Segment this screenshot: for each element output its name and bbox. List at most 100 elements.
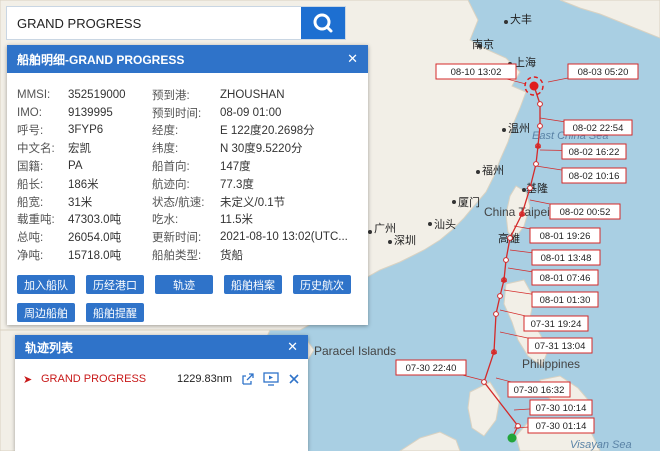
track-list-item[interactable]: ➤ GRAND PROGRESS 1229.83nm xyxy=(15,369,308,389)
city-label: 深圳 xyxy=(394,234,416,247)
ports-visited-button[interactable]: 历经港口 xyxy=(86,275,144,294)
locate-icon[interactable] xyxy=(239,371,257,387)
playback-icon[interactable] xyxy=(262,371,280,387)
field-label: 船首向: xyxy=(152,161,190,174)
field-row: 载重吨: 47303.0吨 吃水: 11.5米 xyxy=(17,211,362,229)
search-input[interactable] xyxy=(7,7,301,39)
time-label-text: 08-02 00:52 xyxy=(560,207,611,218)
track-ship-name: GRAND PROGRESS xyxy=(41,373,147,385)
close-track-icon[interactable] xyxy=(285,371,303,387)
search-button[interactable] xyxy=(301,7,345,39)
field-row: 船宽: 31米 状态/航速: 未定义/0.1节 xyxy=(17,193,362,211)
field-label: MMSI: xyxy=(17,88,51,101)
track-list-panel: 轨迹列表 ✕ ➤ GRAND PROGRESS 1229.83nm xyxy=(15,335,308,451)
region-label: China Taipei xyxy=(484,205,550,219)
field-value: 47303.0吨 xyxy=(68,214,122,227)
field-label: 预到港: xyxy=(152,89,190,102)
field-label: IMO: xyxy=(17,106,42,119)
track-point[interactable] xyxy=(527,185,533,191)
ship-archive-button[interactable]: 船舶档案 xyxy=(224,275,282,294)
arrow-icon: ➤ xyxy=(23,373,33,386)
field-value: 31米 xyxy=(68,196,93,209)
track-point[interactable] xyxy=(497,293,503,299)
field-label: 吃水: xyxy=(152,214,179,227)
track-point[interactable] xyxy=(493,311,499,317)
track-point[interactable] xyxy=(533,161,539,167)
field-label: 更新时间: xyxy=(152,232,202,245)
field-row: 船长: 186米 航迹向: 77.3度 xyxy=(17,175,362,193)
track-point[interactable] xyxy=(481,379,487,385)
voyage-history-button[interactable]: 历史航次 xyxy=(293,275,351,294)
field-value: 货船 xyxy=(220,250,243,263)
panel-title: 船舶明细-GRAND PROGRESS xyxy=(17,52,185,67)
city-label: 福州 xyxy=(482,163,504,177)
city-label: 南京 xyxy=(472,37,494,51)
field-value: 2021-08-10 13:02(UTC... xyxy=(220,231,348,244)
city-label: 广州 xyxy=(374,222,396,235)
time-label-text: 08-02 16:22 xyxy=(569,147,620,158)
field-label: 净吨: xyxy=(17,250,44,263)
field-value: 77.3度 xyxy=(220,178,254,191)
add-to-fleet-button[interactable]: 加入船队 xyxy=(17,275,75,294)
field-value: 宏凯 xyxy=(68,143,91,156)
field-label: 呼号: xyxy=(17,125,44,138)
time-label-text: 08-02 10:16 xyxy=(569,171,620,182)
field-row: 呼号: 3FYP6 经度: E 122度20.2698分 xyxy=(17,122,362,140)
sea-label: Visayan Sea xyxy=(570,439,632,451)
field-row: 国籍: PA 船首向: 147度 xyxy=(17,157,362,175)
panel-header: 船舶明细-GRAND PROGRESS ✕ xyxy=(7,45,368,73)
time-label-text: 07-31 19:24 xyxy=(531,319,582,330)
field-label: 航迹向: xyxy=(152,178,190,191)
close-icon[interactable]: ✕ xyxy=(347,51,358,67)
field-value: 186米 xyxy=(68,178,99,191)
field-label: 船舶类型: xyxy=(152,250,202,263)
field-value: 352519000 xyxy=(68,88,126,101)
city-label: 汕头 xyxy=(434,218,456,231)
time-label-text: 08-01 01:30 xyxy=(540,295,591,306)
field-value: 3FYP6 xyxy=(68,124,104,137)
time-label-text: 07-30 22:40 xyxy=(406,363,457,374)
field-row: MMSI: 352519000 预到港: ZHOUSHAN xyxy=(17,86,362,104)
close-icon[interactable]: ✕ xyxy=(287,339,298,355)
field-value: 147度 xyxy=(220,161,251,174)
track-point[interactable] xyxy=(537,123,543,129)
nearby-ships-button[interactable]: 周边船舶 xyxy=(17,303,75,322)
field-label: 总吨: xyxy=(17,232,44,245)
field-row: 总吨: 26054.0吨 更新时间: 2021-08-10 13:02(UTC... xyxy=(17,228,362,246)
field-value: PA xyxy=(68,160,83,173)
track-point[interactable] xyxy=(503,257,509,263)
field-label: 纬度: xyxy=(152,143,179,156)
field-label: 经度: xyxy=(152,125,179,138)
city-label: 上海 xyxy=(514,55,536,69)
search-icon xyxy=(313,13,333,33)
start-point-marker xyxy=(507,433,517,443)
field-value: 26054.0吨 xyxy=(68,232,122,245)
field-label: 预到时间: xyxy=(152,107,202,120)
field-label: 状态/航速: xyxy=(152,196,205,209)
panel-title: 轨迹列表 xyxy=(25,340,74,355)
field-value: 未定义/0.1节 xyxy=(220,196,286,209)
time-label-text: 08-10 13:02 xyxy=(451,67,502,78)
ship-alert-button[interactable]: 船舶提醒 xyxy=(86,303,144,322)
track-point[interactable] xyxy=(507,235,513,241)
field-label: 载重吨: xyxy=(17,214,55,227)
track-button[interactable]: 轨迹 xyxy=(155,275,213,294)
time-label-text: 08-03 05:20 xyxy=(578,67,629,78)
field-value: ZHOUSHAN xyxy=(220,88,285,101)
field-value: 15718.0吨 xyxy=(68,250,122,263)
track-distance: 1229.83nm xyxy=(177,373,233,385)
time-label-text: 07-30 16:32 xyxy=(514,385,565,396)
ship-detail-panel: 船舶明细-GRAND PROGRESS ✕ MMSI: 352519000 预到港:… xyxy=(7,45,368,325)
field-label: 船宽: xyxy=(17,196,44,209)
field-label: 国籍: xyxy=(17,161,44,174)
time-label-text: 08-02 22:54 xyxy=(573,123,624,134)
ship-fields: MMSI: 352519000 预到港: ZHOUSHAN IMO: 9139995 预到… xyxy=(17,86,362,264)
time-label-text: 08-01 13:48 xyxy=(541,253,592,264)
time-label-text: 07-30 01:14 xyxy=(536,421,587,432)
time-label-text: 07-30 10:14 xyxy=(536,403,587,414)
field-row: IMO: 9139995 预到时间: 08-09 01:00 xyxy=(17,104,362,122)
time-label-text: 08-01 07:46 xyxy=(540,273,591,284)
city-label: 厦门 xyxy=(458,195,480,209)
track-point[interactable] xyxy=(537,101,543,107)
panel-header: 轨迹列表 ✕ xyxy=(15,335,308,359)
